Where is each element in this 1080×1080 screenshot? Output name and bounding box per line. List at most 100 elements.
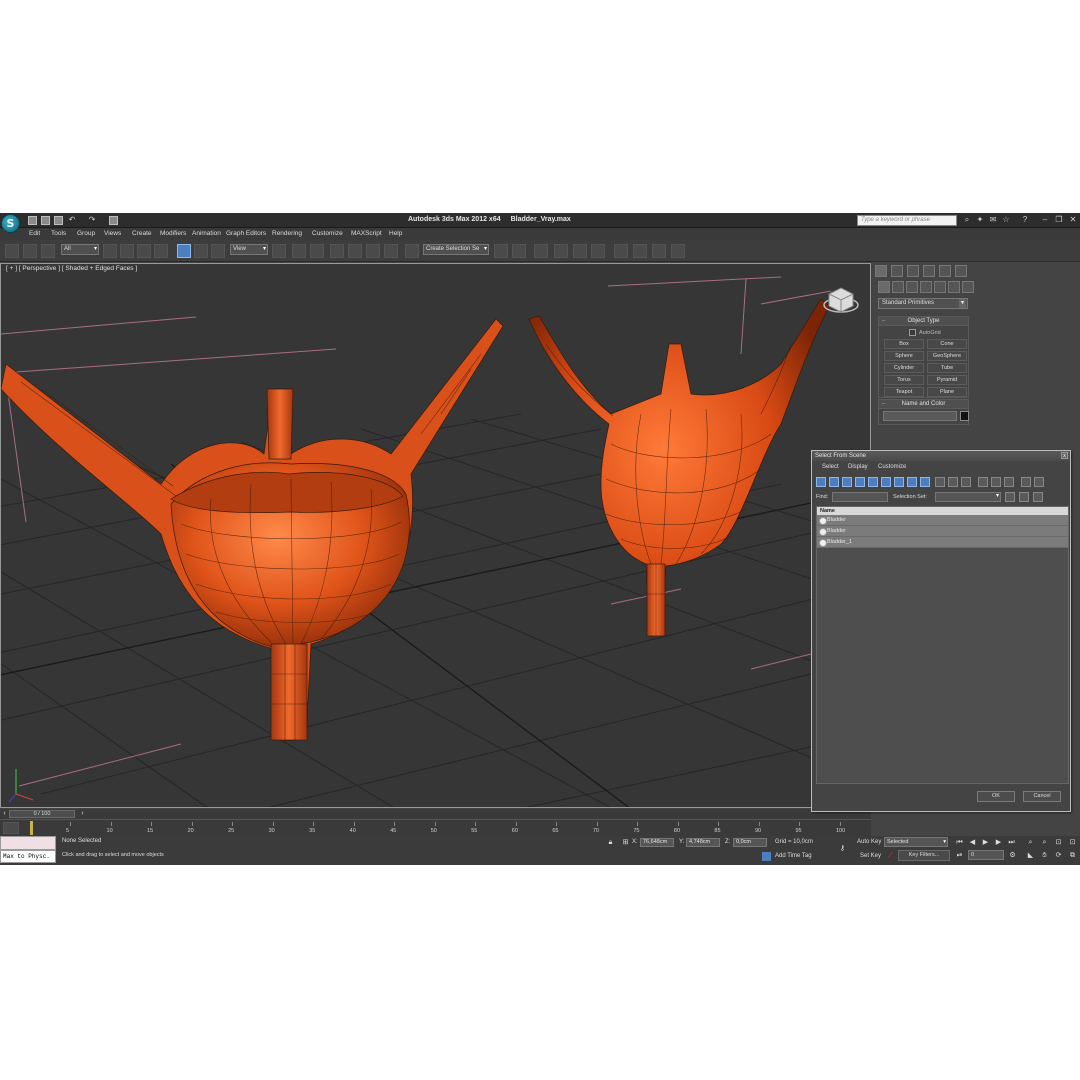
edit-named-selection-icon[interactable]: [405, 244, 419, 258]
play-icon[interactable]: ▶: [981, 838, 990, 847]
menu-modifiers[interactable]: Modifiers: [160, 230, 186, 237]
maximize-viewport-icon[interactable]: ⧉: [1068, 851, 1077, 860]
display-shapes-icon[interactable]: [829, 477, 839, 487]
select-all-icon[interactable]: [978, 477, 988, 487]
menu-customize[interactable]: Customize: [312, 230, 343, 237]
add-selection-icon[interactable]: [1019, 492, 1029, 502]
rotate-icon[interactable]: [194, 244, 208, 258]
object-name-input[interactable]: [883, 411, 957, 421]
open-file-icon[interactable]: [41, 216, 50, 225]
favorites-icon[interactable]: ☆: [1001, 215, 1011, 225]
autogrid-checkbox[interactable]: AutoGrid: [909, 329, 941, 336]
select-manipulate-icon[interactable]: [292, 244, 306, 258]
name-column-header[interactable]: Name: [817, 507, 1068, 515]
current-frame-field[interactable]: 0: [968, 850, 1004, 860]
cancel-button[interactable]: Cancel: [1023, 791, 1061, 802]
subtract-selection-icon[interactable]: [1033, 492, 1043, 502]
dialog-menu-customize[interactable]: Customize: [878, 464, 906, 470]
display-none-icon[interactable]: [948, 477, 958, 487]
utilities-tab-icon[interactable]: [955, 265, 967, 277]
named-selection-dropdown[interactable]: Create Selection Se: [423, 244, 489, 255]
category-dropdown[interactable]: Standard Primitives: [878, 298, 968, 309]
angle-snap-icon[interactable]: [348, 244, 362, 258]
create-tab-icon[interactable]: [875, 265, 887, 277]
display-all-icon[interactable]: [935, 477, 945, 487]
filter-icon[interactable]: [1021, 477, 1031, 487]
close-icon[interactable]: ✕: [1068, 215, 1078, 225]
set-key-button[interactable]: Set Key: [860, 853, 881, 859]
zoom-all-icon[interactable]: ⌕: [1040, 838, 1049, 847]
go-to-start-icon[interactable]: ⏮: [955, 838, 964, 847]
maxscript-output[interactable]: Max to Physc.: [0, 850, 56, 863]
pan-icon[interactable]: ✋︎: [1040, 851, 1049, 860]
new-file-icon[interactable]: [28, 216, 37, 225]
material-editor-icon[interactable]: [614, 244, 628, 258]
time-slider[interactable]: ‹ 0 / 100 ›: [0, 809, 871, 819]
menu-edit[interactable]: Edit: [29, 230, 40, 237]
help-search-input[interactable]: Type a keyword or phrase: [857, 215, 957, 226]
cone-button[interactable]: Cone: [927, 339, 967, 349]
name-and-color-header[interactable]: Name and Color: [879, 400, 968, 409]
graphite-ribbon-icon[interactable]: [554, 244, 568, 258]
redo-icon[interactable]: ↷: [87, 215, 97, 225]
geometry-icon[interactable]: [878, 281, 890, 293]
menu-rendering[interactable]: Rendering: [272, 230, 302, 237]
viewport-label[interactable]: [ + ] [ Perspective ] [ Shaded + Edged F…: [6, 265, 137, 272]
mirror-icon[interactable]: [494, 244, 508, 258]
filter-options-icon[interactable]: [1034, 477, 1044, 487]
dialog-title-bar[interactable]: Select From Scene x: [812, 451, 1070, 461]
search-icon[interactable]: ⌕: [962, 215, 972, 225]
bind-space-warp-icon[interactable]: [41, 244, 55, 258]
menu-maxscript[interactable]: MAXScript: [351, 230, 382, 237]
torus-button[interactable]: Torus: [884, 375, 924, 385]
move-icon[interactable]: [177, 244, 191, 258]
communication-icon[interactable]: ✉: [988, 215, 998, 225]
time-config-icon[interactable]: ⚙: [1008, 851, 1017, 860]
snaps-toggle-icon[interactable]: [330, 244, 344, 258]
y-coordinate-field[interactable]: 4,748cm: [686, 838, 720, 847]
set-selection-icon[interactable]: [1005, 492, 1015, 502]
pivot-center-icon[interactable]: [272, 244, 286, 258]
select-by-name-icon[interactable]: [120, 244, 134, 258]
list-item[interactable]: Bladder: [817, 526, 1068, 537]
menu-graph-editors[interactable]: Graph Editors: [226, 230, 266, 237]
menu-help[interactable]: Help: [389, 230, 402, 237]
display-tab-icon[interactable]: [939, 265, 951, 277]
pyramid-button[interactable]: Pyramid: [927, 375, 967, 385]
menu-views[interactable]: Views: [104, 230, 121, 237]
subscription-icon[interactable]: ✦: [975, 215, 985, 225]
minimize-icon[interactable]: –: [1040, 215, 1050, 225]
perspective-viewport[interactable]: [ + ] [ Perspective ] [ Shaded + Edged F…: [0, 263, 871, 808]
selection-set-dropdown[interactable]: [935, 492, 1001, 502]
display-invert-icon[interactable]: [961, 477, 971, 487]
list-item[interactable]: Bladder_1: [817, 537, 1068, 548]
zoom-extents-all-icon[interactable]: ⊡: [1068, 838, 1077, 847]
rendered-frame-window-icon[interactable]: [652, 244, 666, 258]
display-space-warps-icon[interactable]: [881, 477, 891, 487]
shapes-icon[interactable]: [892, 281, 904, 293]
open-mini-curve-editor-icon[interactable]: [3, 822, 19, 834]
set-key-icon[interactable]: ⚷: [838, 844, 847, 853]
display-xrefs-icon[interactable]: [907, 477, 917, 487]
sphere-button[interactable]: Sphere: [884, 351, 924, 361]
render-setup-icon[interactable]: [633, 244, 647, 258]
undo-icon[interactable]: ↶: [67, 215, 77, 225]
display-helpers-icon[interactable]: [868, 477, 878, 487]
object-type-header[interactable]: Object Type: [879, 317, 968, 326]
space-warps-icon[interactable]: [948, 281, 960, 293]
key-mode-dropdown[interactable]: Selected: [884, 837, 948, 847]
align-icon[interactable]: [512, 244, 526, 258]
time-slider-handle[interactable]: 0 / 100: [9, 810, 75, 818]
display-geometry-icon[interactable]: [816, 477, 826, 487]
object-list[interactable]: Name Bladder Bladder Bladder_1: [816, 506, 1069, 784]
next-key-icon[interactable]: ▶: [994, 838, 1003, 847]
key-filters-button[interactable]: Key Filters...: [898, 850, 950, 861]
menu-tools[interactable]: Tools: [51, 230, 66, 237]
teapot-button[interactable]: Teapot: [884, 387, 924, 397]
x-coordinate-field[interactable]: 76,648cm: [640, 838, 674, 847]
save-file-icon[interactable]: [54, 216, 63, 225]
keyboard-shortcut-icon[interactable]: [310, 244, 324, 258]
percent-snap-icon[interactable]: [366, 244, 380, 258]
z-coordinate-field[interactable]: 0,0cm: [733, 838, 767, 847]
zoom-extents-icon[interactable]: ⊡: [1054, 838, 1063, 847]
